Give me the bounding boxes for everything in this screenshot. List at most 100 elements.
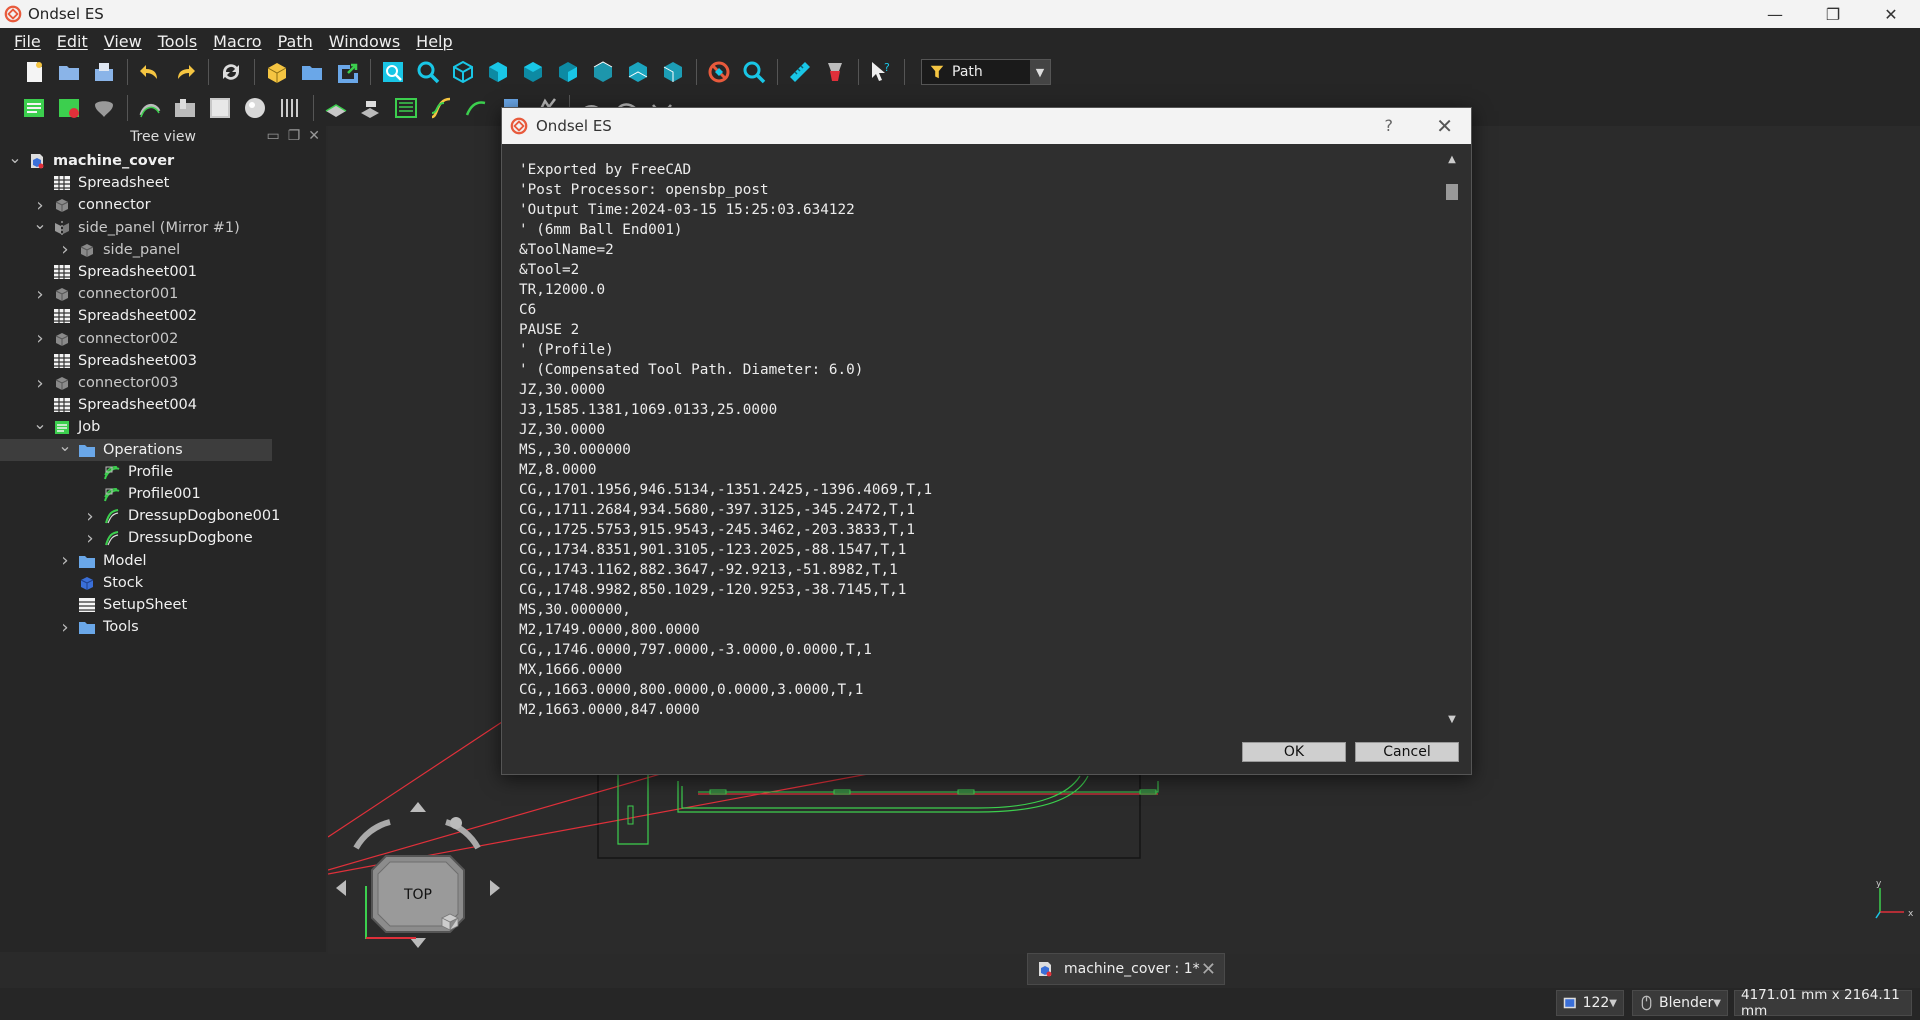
nav-left-arrow-icon[interactable] [336, 880, 346, 896]
save-button[interactable] [90, 58, 118, 86]
chevron-right-icon[interactable]: › [33, 284, 47, 305]
zoom-box-button[interactable] [740, 58, 768, 86]
tree-item[interactable]: Spreadsheet004 [33, 394, 197, 416]
tree-item[interactable]: ⌄ Operations [0, 436, 272, 461]
measure-clear-button[interactable] [821, 58, 849, 86]
tree-item[interactable]: › DressupDogbone001 [83, 505, 280, 527]
tree-item[interactable]: › connector002 [33, 328, 178, 350]
path-adaptive-button[interactable] [462, 94, 490, 122]
tree-item[interactable]: › DressupDogbone [83, 527, 252, 549]
view-rear-button[interactable] [589, 58, 617, 86]
restore-button[interactable]: ❐ [1804, 0, 1862, 28]
workbench-selector[interactable]: Path ▼ [921, 59, 1051, 85]
menu-help[interactable]: Help [408, 32, 460, 51]
view-bottom-button[interactable] [624, 58, 652, 86]
open-folder-button[interactable] [298, 58, 326, 86]
nav-view-menu-cube-icon[interactable] [441, 913, 459, 931]
document-tab-close-icon[interactable]: ✕ [1201, 959, 1216, 980]
panel-close-icon[interactable]: ✕ [308, 128, 320, 144]
tree-item[interactable]: ⌄ Job [33, 414, 100, 438]
export-button[interactable] [333, 58, 361, 86]
nav-right-arrow-icon[interactable] [490, 880, 500, 896]
scroll-up-icon[interactable]: ▲ [1445, 154, 1459, 168]
view-front-button[interactable] [484, 58, 512, 86]
view-isometric-button[interactable] [449, 58, 477, 86]
selection-count-dropdown[interactable]: 122 ▼ [1556, 990, 1624, 1016]
workbench-button[interactable] [263, 58, 291, 86]
sanity-button[interactable] [90, 94, 118, 122]
panel-collapse-icon[interactable]: ▭ [266, 128, 279, 144]
nav-up-arrow-icon[interactable] [410, 802, 426, 812]
scroll-thumb[interactable] [1446, 184, 1458, 200]
open-button[interactable] [55, 58, 83, 86]
menu-windows[interactable]: Windows [321, 32, 408, 51]
whats-this-button[interactable]: ? [867, 58, 895, 86]
refresh-button[interactable] [217, 58, 245, 86]
redo-button[interactable] [171, 58, 199, 86]
surface-op-button[interactable] [241, 94, 269, 122]
tree-item[interactable]: ⌄ side_panel (Mirror #1) [33, 214, 240, 239]
tree-item[interactable]: ⌄ machine_cover [8, 148, 174, 172]
pocket-op-button[interactable] [171, 94, 199, 122]
panel-float-icon[interactable]: ❐ [288, 128, 301, 144]
view-right-button[interactable] [554, 58, 582, 86]
tree-item[interactable]: › connector001 [33, 283, 178, 305]
chevron-right-icon[interactable]: › [33, 195, 47, 216]
post-process-button[interactable] [55, 94, 83, 122]
chevron-right-icon[interactable]: › [83, 506, 97, 527]
dressup-button[interactable] [322, 94, 350, 122]
tree-item[interactable]: Profile001 [83, 483, 201, 505]
tree-item[interactable]: Spreadsheet003 [33, 350, 197, 372]
tree-item[interactable]: Spreadsheet001 [33, 261, 197, 283]
face-op-button[interactable] [206, 94, 234, 122]
tree-item[interactable]: › Tools [58, 616, 138, 638]
chevron-right-icon[interactable]: › [83, 528, 97, 549]
view-top-button[interactable] [519, 58, 547, 86]
job-button[interactable] [20, 94, 48, 122]
undo-button[interactable] [136, 58, 164, 86]
chevron-down-icon[interactable]: ⌄ [33, 414, 47, 433]
path-helix-button[interactable] [427, 94, 455, 122]
tree-item[interactable]: › Model [58, 550, 146, 572]
tree-item[interactable]: › connector [33, 194, 150, 216]
tool-controller-button[interactable] [357, 94, 385, 122]
menu-edit[interactable]: Edit [49, 32, 96, 51]
fit-all-button[interactable] [379, 58, 407, 86]
gcode-text-editor[interactable]: 'Exported by FreeCAD 'Post Processor: ope… [519, 160, 1451, 720]
close-button[interactable]: ✕ [1862, 0, 1920, 28]
menu-file[interactable]: File [6, 32, 49, 51]
tree-item[interactable]: Spreadsheet [33, 172, 169, 194]
nav-down-arrow-icon[interactable] [410, 938, 426, 948]
chevron-right-icon[interactable]: › [33, 328, 47, 349]
chevron-down-icon[interactable]: ⌄ [8, 148, 22, 167]
menu-path[interactable]: Path [270, 32, 321, 51]
menu-tools[interactable]: Tools [150, 32, 205, 51]
new-document-button[interactable] [20, 58, 48, 86]
dialog-close-button[interactable]: ✕ [1436, 114, 1453, 138]
rotate-left-arrow-icon[interactable] [353, 819, 391, 850]
tree-item[interactable]: SetupSheet [58, 594, 187, 616]
tree-item[interactable]: › side_panel [58, 239, 180, 261]
chevron-down-icon[interactable]: ⌄ [58, 436, 72, 455]
tree-item[interactable]: Profile [83, 461, 173, 483]
minimize-button[interactable]: — [1746, 0, 1804, 28]
cancel-button[interactable]: Cancel [1355, 742, 1459, 762]
fit-selection-button[interactable] [414, 58, 442, 86]
navigation-style-dropdown[interactable]: Blender ▼ [1632, 990, 1728, 1016]
ok-button[interactable]: OK [1242, 742, 1346, 762]
navigation-cube[interactable]: TOP [336, 802, 500, 948]
profile-op-button[interactable] [136, 94, 164, 122]
measure-button[interactable] [786, 58, 814, 86]
scroll-down-icon[interactable]: ▼ [1445, 714, 1459, 728]
chevron-down-icon[interactable]: ⌄ [33, 214, 47, 233]
nav-menu-dot-icon[interactable] [450, 817, 462, 829]
document-tab[interactable]: machine_cover : 1* ✕ [1027, 953, 1225, 985]
chevron-right-icon[interactable]: › [58, 239, 72, 260]
tree-item[interactable]: › connector003 [33, 372, 178, 394]
view-left-button[interactable] [659, 58, 687, 86]
code-scrollbar[interactable]: ▲ ▼ [1445, 154, 1459, 728]
tree-item[interactable]: Spreadsheet002 [33, 305, 197, 327]
drill-op-button[interactable] [276, 94, 304, 122]
tree-item[interactable]: Stock [58, 572, 143, 594]
chevron-right-icon[interactable]: › [58, 617, 72, 638]
